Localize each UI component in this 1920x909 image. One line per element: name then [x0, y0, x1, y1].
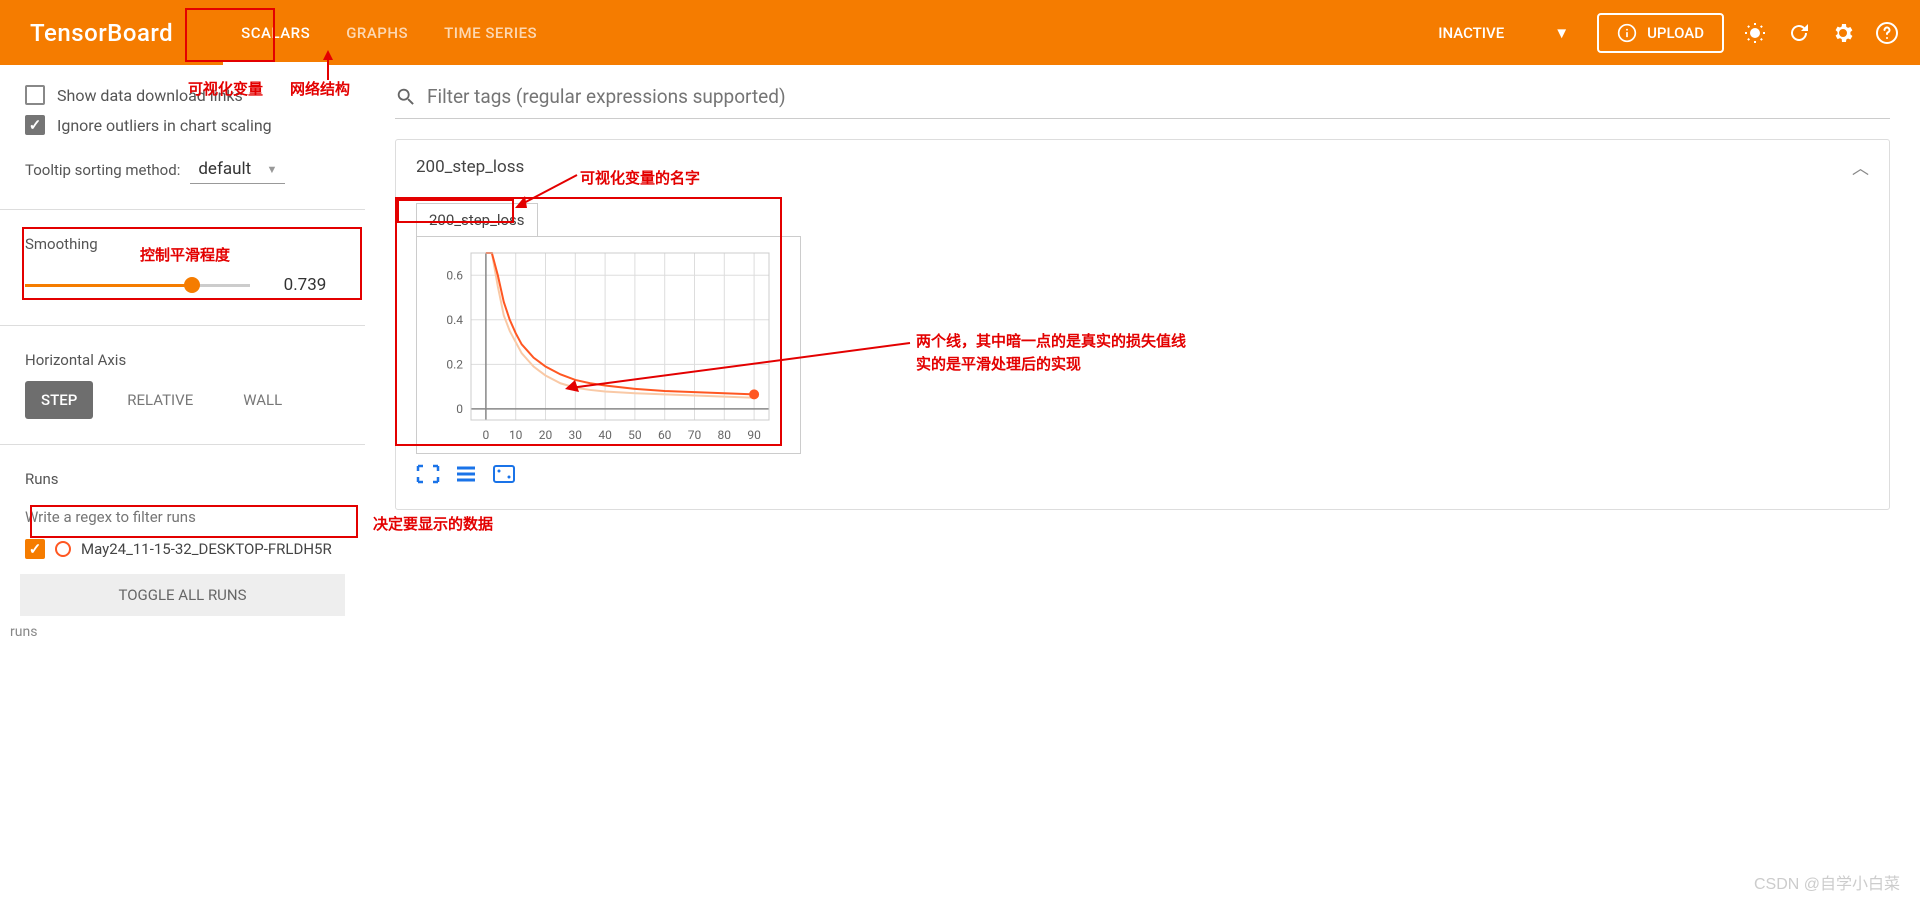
- tab-graphs[interactable]: GRAPHS: [328, 0, 426, 65]
- smoothing-control: 0.739: [25, 271, 340, 300]
- header-bar: TensorBoard SCALARS GRAPHS TIME SERIES I…: [0, 0, 1920, 65]
- separator: [0, 325, 365, 326]
- svg-text:70: 70: [688, 428, 702, 442]
- axis-wall-button[interactable]: WALL: [227, 381, 298, 419]
- gear-icon: [1831, 21, 1855, 45]
- show-download-checkbox[interactable]: Show data download links: [25, 85, 340, 105]
- ignore-outliers-label: Ignore outliers in chart scaling: [57, 116, 272, 135]
- tab-scalars[interactable]: SCALARS: [223, 0, 328, 65]
- runs-label: Runs: [25, 470, 340, 488]
- runs-filter-input[interactable]: [25, 508, 340, 526]
- tag-header[interactable]: 200_step_loss ︿: [396, 140, 1889, 193]
- chart-card: 200_step_loss 0 0.2 0.4 0.6 0 10 20 30 40 50 60 70 8…: [416, 203, 801, 484]
- ignore-outliers-checkbox[interactable]: Ignore outliers in chart scaling: [25, 115, 340, 135]
- svg-text:0: 0: [483, 428, 490, 442]
- horizontal-axis-label: Horizontal Axis: [25, 351, 340, 369]
- settings-button[interactable]: [1830, 20, 1856, 46]
- slider-fill: [25, 284, 192, 287]
- help-button[interactable]: [1874, 20, 1900, 46]
- svg-text:0: 0: [456, 402, 463, 416]
- svg-text:10: 10: [509, 428, 523, 442]
- svg-text:0.6: 0.6: [446, 268, 463, 282]
- svg-text:20: 20: [539, 428, 553, 442]
- fit-icon[interactable]: [492, 464, 516, 484]
- inactive-selector[interactable]: INACTIVE ▼: [1428, 18, 1579, 48]
- fullscreen-icon[interactable]: [416, 464, 440, 484]
- tag-panel: 200_step_loss ︿ 200_step_loss 0 0.2 0.4 0.6…: [395, 139, 1890, 510]
- run-color-icon: [55, 541, 71, 557]
- toggle-all-runs-button[interactable]: TOGGLE ALL RUNS: [20, 574, 345, 616]
- separator: [0, 209, 365, 210]
- list-icon[interactable]: [454, 464, 478, 484]
- chart-title: 200_step_loss: [416, 203, 538, 236]
- info-icon: [1617, 23, 1637, 43]
- content-area: 200_step_loss ︿ 200_step_loss 0 0.2 0.4 0.6…: [365, 65, 1920, 909]
- runs-caption: runs: [10, 624, 340, 640]
- inactive-label: INACTIVE: [1438, 24, 1504, 42]
- svg-text:80: 80: [718, 428, 732, 442]
- svg-text:0.2: 0.2: [446, 357, 463, 371]
- axis-buttons: STEP RELATIVE WALL: [25, 381, 340, 419]
- tooltip-sorting-label: Tooltip sorting method:: [25, 161, 180, 179]
- upload-button[interactable]: UPLOAD: [1597, 13, 1724, 53]
- header-right: INACTIVE ▼ UPLOAD: [1428, 13, 1900, 53]
- svg-text:60: 60: [658, 428, 672, 442]
- watermark: CSDN @自学小白菜: [1754, 870, 1900, 894]
- axis-relative-button[interactable]: RELATIVE: [111, 381, 209, 419]
- smoothing-value-input[interactable]: 0.739: [270, 271, 340, 300]
- help-icon: [1875, 21, 1899, 45]
- slider-thumb[interactable]: [184, 277, 200, 293]
- checkbox-icon: [25, 85, 45, 105]
- svg-text:0.4: 0.4: [446, 313, 463, 327]
- chevron-up-icon: ︿: [1852, 154, 1869, 179]
- brightness-button[interactable]: [1742, 20, 1768, 46]
- upload-label: UPLOAD: [1647, 24, 1704, 42]
- refresh-button[interactable]: [1786, 20, 1812, 46]
- sidebar: Show data download links Ignore outliers…: [0, 65, 365, 909]
- run-name-label: May24_11-15-32_DESKTOP-FRLDH5R: [81, 540, 332, 558]
- run-item[interactable]: May24_11-15-32_DESKTOP-FRLDH5R: [25, 539, 340, 559]
- refresh-icon: [1787, 21, 1811, 45]
- tag-name: 200_step_loss: [416, 157, 524, 177]
- main-area: Show data download links Ignore outliers…: [0, 65, 1920, 909]
- nav-tabs: SCALARS GRAPHS TIME SERIES: [223, 0, 555, 65]
- checkbox-icon: [25, 539, 45, 559]
- tag-filter-input[interactable]: [427, 85, 1890, 108]
- svg-text:40: 40: [598, 428, 612, 442]
- tab-time-series[interactable]: TIME SERIES: [426, 0, 555, 65]
- chevron-down-icon: ▼: [266, 163, 277, 176]
- search-icon: [395, 86, 417, 108]
- brightness-icon: [1743, 21, 1767, 45]
- checkbox-icon: [25, 115, 45, 135]
- chart-svg: 0 0.2 0.4 0.6 0 10 20 30 40 50 60 70 80 90: [421, 245, 781, 445]
- chart-tools: [416, 464, 801, 484]
- svg-text:50: 50: [628, 428, 642, 442]
- chevron-down-icon: ▼: [1554, 24, 1569, 42]
- separator: [0, 444, 365, 445]
- svg-text:30: 30: [569, 428, 583, 442]
- tag-filter-row: [395, 85, 1890, 119]
- show-download-label: Show data download links: [57, 86, 243, 105]
- axis-step-button[interactable]: STEP: [25, 381, 93, 419]
- tooltip-sorting-row: Tooltip sorting method: default ▼: [25, 155, 340, 184]
- chart-box[interactable]: 0 0.2 0.4 0.6 0 10 20 30 40 50 60 70 80 90: [416, 236, 801, 454]
- tooltip-sorting-value: default: [198, 159, 251, 179]
- svg-text:90: 90: [747, 428, 761, 442]
- app-logo: TensorBoard: [30, 19, 173, 47]
- tooltip-sorting-select[interactable]: default ▼: [190, 155, 285, 184]
- tag-body: 200_step_loss 0 0.2 0.4 0.6 0 10 20 30 40 50 60 70 8…: [396, 193, 1889, 509]
- smoothing-label: Smoothing: [25, 235, 340, 253]
- smoothing-slider[interactable]: [25, 284, 250, 287]
